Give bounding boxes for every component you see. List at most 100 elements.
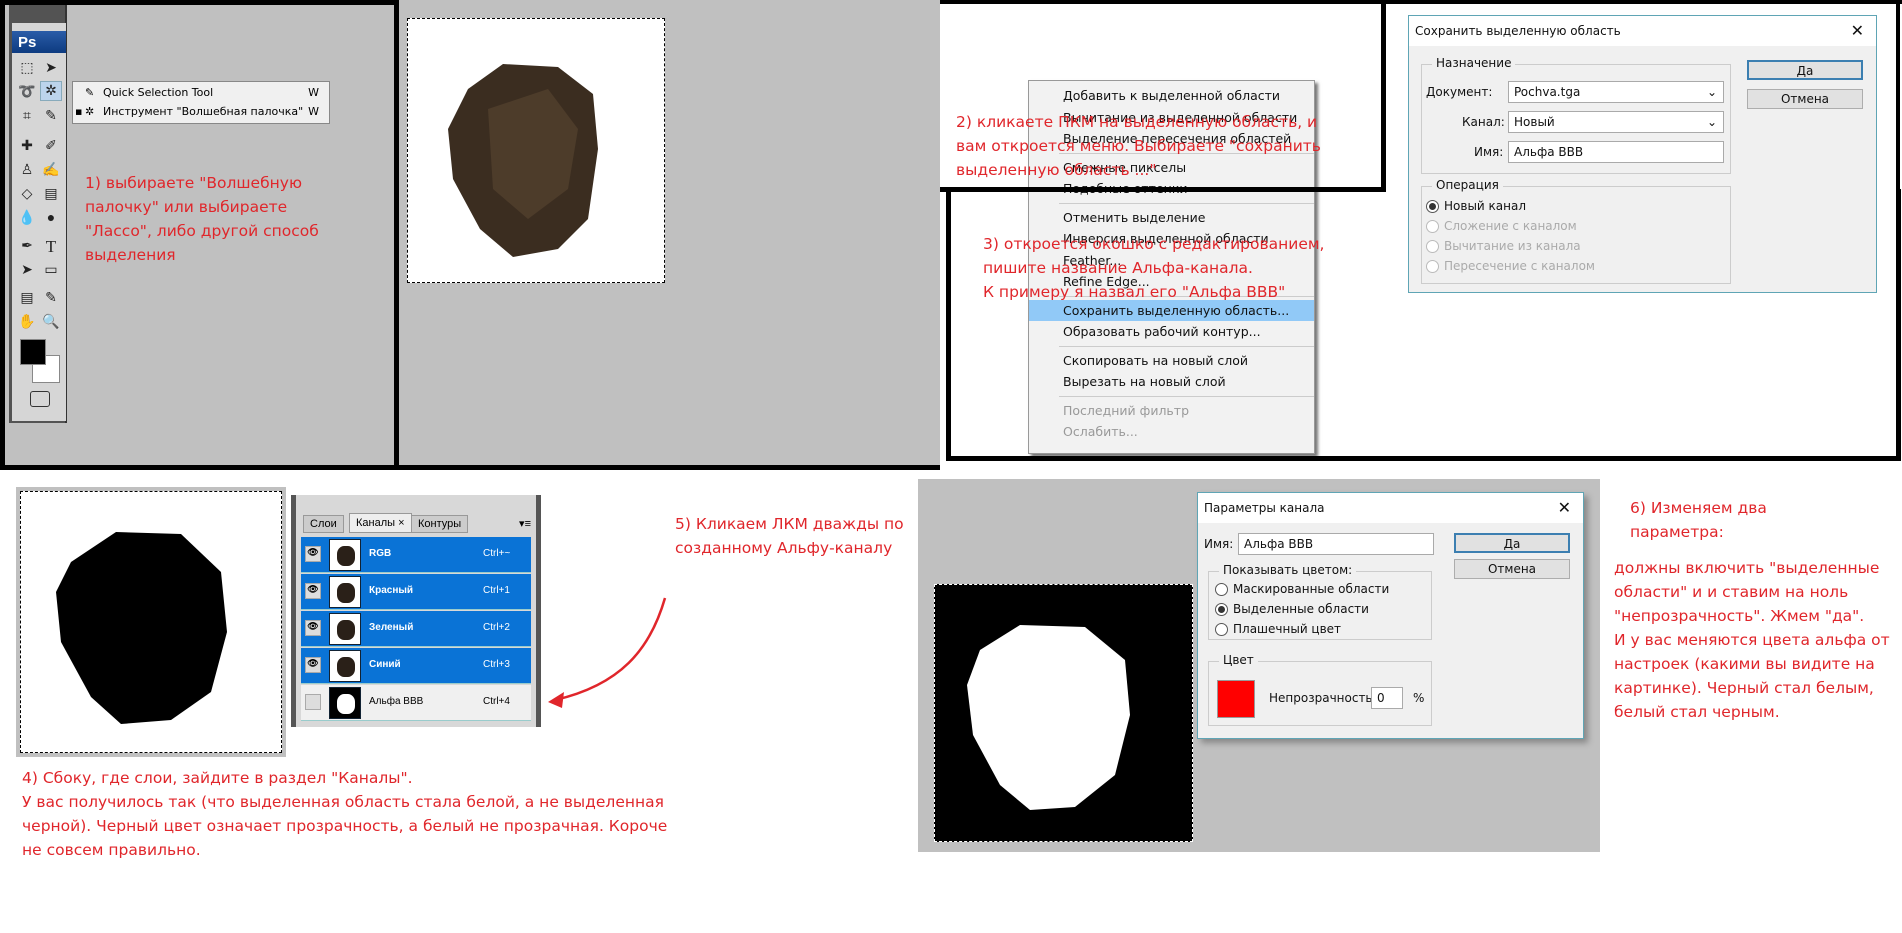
tab-paths[interactable]: Контуры (411, 515, 469, 533)
ok-button[interactable]: Да (1747, 60, 1863, 80)
chevron-down-icon: ⌄ (1706, 85, 1717, 99)
red-arrow-icon (548, 597, 667, 708)
magic-wand-tool-icon[interactable]: ✲ (40, 81, 62, 101)
inverted-alpha-preview (934, 584, 1193, 842)
channel-row[interactable]: 👁 Зеленый Ctrl+2 (301, 611, 531, 647)
cancel-button[interactable]: Отмена (1454, 559, 1570, 579)
channels-panel: Слои Каналы × Контуры ▾≡ 👁 RGB Ctrl+~ 👁 Крас… (291, 495, 541, 727)
save-selection-dialog: Сохранить выделенную область ✕ Назначение… (1408, 15, 1877, 293)
ok-button[interactable]: Да (1454, 533, 1570, 553)
radio-new-channel[interactable]: Новый канал (1426, 197, 1526, 215)
show-color-group: Показывать цветом: Маскированные области… (1208, 563, 1432, 640)
marquee-tool-icon[interactable]: ⬚ (16, 59, 38, 79)
tab-layers[interactable]: Слои (303, 515, 344, 533)
step3-note: 3) откроется окошко с редактированием, пи… (983, 235, 1325, 301)
black-soil-shape (56, 532, 227, 724)
channel-list: 👁 RGB Ctrl+~ 👁 Красный Ctrl+1 👁 Зеленый Ctrl+2 👁 С… (301, 537, 531, 727)
white-soil-shape (967, 625, 1130, 810)
divider (1896, 0, 1900, 461)
eraser-tool-icon[interactable]: ◇ (16, 185, 38, 205)
radio-selected-areas[interactable]: Выделенные области (1215, 600, 1369, 618)
eye-icon[interactable]: 👁 (305, 583, 321, 599)
path-select-icon[interactable]: ➤ (16, 261, 38, 281)
radio-subtract-channel[interactable]: Вычитание из канала (1426, 237, 1581, 255)
crop-tool-icon[interactable]: ⌗ (16, 107, 38, 127)
destination-group: Назначение Документ: Pochva.tga ⌄ Канал: … (1421, 56, 1731, 174)
eye-icon[interactable]: 👁 (305, 657, 321, 673)
channel-thumbnail (329, 613, 361, 645)
step4-note: 4) Сбоку, где слои, зайдите в раздел "Ка… (22, 769, 668, 859)
active-bullet-icon: ▪ (75, 105, 83, 118)
dodge-tool-icon[interactable]: ● (40, 209, 62, 229)
panel-menu-icon[interactable]: ▾≡ (519, 517, 531, 530)
chevron-down-icon: ⌄ (1706, 115, 1717, 129)
menu-item-quick-selection[interactable]: ✎ Quick Selection Tool W (73, 83, 329, 103)
eye-icon[interactable]: 👁 (305, 546, 321, 562)
operation-group: Операция Новый канал Сложение с каналом … (1421, 178, 1731, 284)
color-group: Цвет Непрозрачность: 0 % (1208, 653, 1432, 726)
channel-name: RGB (369, 548, 392, 559)
step6-note: должны включить "выделенные области" и и … (1614, 559, 1890, 721)
cancel-button[interactable]: Отмена (1747, 89, 1863, 109)
quick-mask-icon[interactable] (30, 391, 50, 407)
shape-tool-icon[interactable]: ▭ (40, 261, 62, 281)
channel-shortcut: Ctrl+2 (483, 622, 510, 633)
radio-add-channel[interactable]: Сложение с каналом (1426, 217, 1577, 235)
document-select[interactable]: Pochva.tga ⌄ (1508, 81, 1724, 103)
panel-tabs: Слои Каналы × Контуры ▾≡ (301, 513, 531, 535)
pen-tool-icon[interactable]: ✒ (16, 237, 38, 257)
stamp-tool-icon[interactable]: ♙ (16, 161, 38, 181)
channel-thumbnail (329, 650, 361, 682)
magic-wand-icon: ✲ (85, 105, 95, 118)
divider (1380, 0, 1902, 8)
eye-icon[interactable]: 👁 (305, 620, 321, 636)
radio-spot-color[interactable]: Плашечный цвет (1215, 620, 1341, 638)
tool-flyout-menu: ✎ Quick Selection Tool W ▪ ✲ Инструмент "Вол… (72, 81, 330, 124)
history-brush-icon[interactable]: ✍ (40, 161, 62, 181)
move-tool-icon[interactable]: ➤ (40, 59, 62, 79)
tab-channels[interactable]: Каналы × (349, 513, 412, 533)
close-icon[interactable]: ✕ (1558, 493, 1571, 523)
eyedropper2-icon[interactable]: ✎ (40, 289, 62, 309)
blur-tool-icon[interactable]: 💧 (16, 209, 38, 229)
channel-name: Зеленый (369, 622, 414, 633)
ps-logo: Ps (12, 31, 66, 53)
channel-thumbnail (329, 539, 361, 571)
channel-shortcut: Ctrl+3 (483, 659, 510, 670)
lasso-tool-icon[interactable]: ➰ (16, 83, 38, 103)
document-canvas[interactable] (407, 18, 665, 283)
color-swatch[interactable] (1217, 680, 1255, 718)
channel-row[interactable]: Альфа BBB Ctrl+4 (301, 685, 531, 721)
visibility-toggle[interactable] (305, 694, 321, 710)
channel-row[interactable]: 👁 RGB Ctrl+~ (301, 537, 531, 573)
menu-item-magic-wand[interactable]: ▪ ✲ Инструмент "Волшебная палочка" W (73, 102, 329, 122)
healing-brush-icon[interactable]: ✚ (16, 137, 38, 157)
gradient-tool-icon[interactable]: ▤ (40, 185, 62, 205)
eyedropper-tool-icon[interactable]: ✎ (40, 107, 62, 127)
channel-shortcut: Ctrl+~ (483, 548, 511, 559)
hand-tool-icon[interactable]: ✋ (16, 313, 38, 333)
channel-select[interactable]: Новый ⌄ (1508, 111, 1724, 133)
channel-thumbnail (329, 576, 361, 608)
step2-panel: Добавить к выделенной области Вычитание и… (399, 0, 1315, 470)
foreground-color-swatch[interactable] (20, 339, 46, 365)
tools-panel: Ps ⬚ ➤ ➰ ✲ ⌗ ✎ ✚ ✐ ♙ ✍ ◇ ▤ 💧 ● ✒ T ➤ ▭ ▤… (9, 5, 67, 423)
zoom-tool-icon[interactable]: 🔍 (40, 313, 62, 333)
opacity-input[interactable]: 0 (1371, 687, 1403, 709)
channel-thumbnail (329, 687, 361, 719)
radio-intersect-channel[interactable]: Пересечение с каналом (1426, 257, 1595, 275)
name-input[interactable]: Альфа BBB (1508, 141, 1724, 163)
type-tool-icon[interactable]: T (40, 237, 62, 257)
channel-shortcut: Ctrl+4 (483, 696, 510, 707)
brush-tool-icon[interactable]: ✐ (40, 137, 62, 157)
channel-name: Синий (369, 659, 401, 670)
channel-row[interactable]: 👁 Синий Ctrl+3 (301, 648, 531, 684)
channel-row[interactable]: 👁 Красный Ctrl+1 (301, 574, 531, 610)
channel-shortcut: Ctrl+1 (483, 585, 510, 596)
notes-tool-icon[interactable]: ▤ (16, 289, 38, 309)
channel-name-input[interactable]: Альфа BBB (1238, 533, 1434, 555)
alpha-preview-frame (16, 487, 286, 757)
step6-note-head: 6) Изменяем два параметра: (1630, 499, 1767, 541)
radio-masked-areas[interactable]: Маскированные области (1215, 580, 1389, 598)
close-icon[interactable]: ✕ (1851, 16, 1864, 46)
